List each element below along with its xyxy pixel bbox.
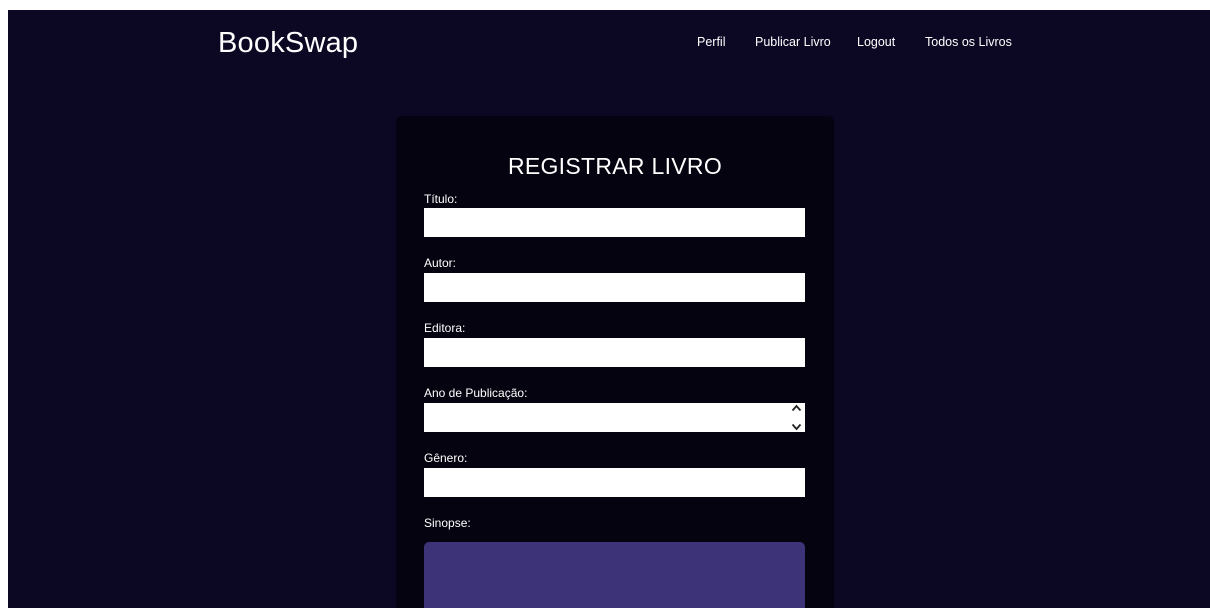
genero-input[interactable]	[424, 468, 805, 497]
register-book-form: REGISTRAR LIVRO Título: Autor: Editora: …	[396, 116, 834, 608]
number-spinner[interactable]	[790, 404, 803, 431]
autor-label: Autor:	[424, 256, 457, 270]
editora-input[interactable]	[424, 338, 805, 367]
editora-label: Editora:	[424, 321, 466, 335]
page: BookSwap Perfil Publicar Livro Logout To…	[8, 10, 1210, 608]
nav-perfil[interactable]: Perfil	[697, 35, 725, 49]
form-title: REGISTRAR LIVRO	[507, 153, 723, 179]
chevron-up-icon[interactable]	[791, 404, 802, 412]
ano-label: Ano de Publicação:	[424, 386, 528, 400]
brand-logo[interactable]: BookSwap	[218, 27, 358, 60]
titulo-label: Título:	[424, 192, 458, 206]
genero-label: Gênero:	[424, 451, 468, 465]
sinopse-label: Sinopse:	[424, 516, 471, 530]
ano-input[interactable]	[424, 403, 805, 432]
chevron-down-icon[interactable]	[791, 423, 802, 431]
autor-input[interactable]	[424, 273, 805, 302]
titulo-input[interactable]	[424, 208, 805, 237]
nav-todos-os-livros[interactable]: Todos os Livros	[925, 35, 1012, 49]
sinopse-textarea[interactable]	[424, 542, 805, 608]
nav-publicar-livro[interactable]: Publicar Livro	[755, 35, 831, 49]
nav-logout[interactable]: Logout	[857, 35, 895, 49]
